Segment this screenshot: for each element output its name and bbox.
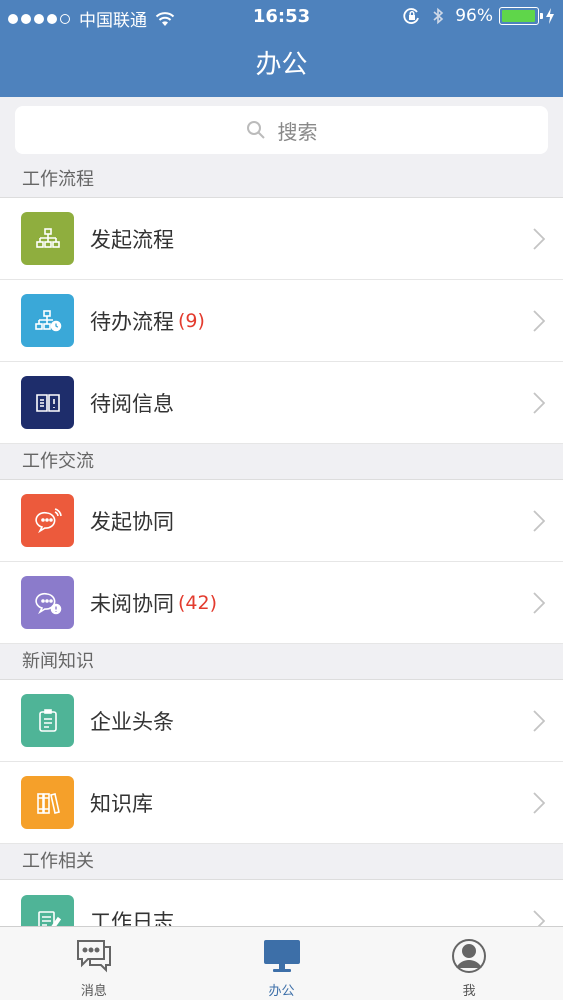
- search-bar[interactable]: 搜索: [15, 106, 548, 154]
- list-item-start-collab[interactable]: 发起协同: [0, 480, 563, 562]
- list-item-headlines[interactable]: 企业头条: [0, 680, 563, 762]
- tab-label: 办公: [268, 984, 295, 999]
- chevron-right-icon: [533, 910, 545, 926]
- chevron-right-icon: [533, 709, 545, 732]
- section-header-work-related: 工作相关: [0, 844, 563, 880]
- count-badge: (42): [178, 591, 218, 614]
- tab-messages[interactable]: 消息: [0, 927, 188, 1000]
- list-item-label: 发起协同: [90, 509, 174, 534]
- status-bar: 中国联通 16:53 96%: [0, 0, 563, 34]
- chevron-right-icon: [533, 591, 545, 614]
- pending-flowchart-icon: [21, 294, 74, 347]
- clipboard-icon: [21, 694, 74, 747]
- flowchart-icon: [21, 212, 74, 265]
- list-item-label: 发起流程: [90, 227, 174, 252]
- unread-chat-icon: [21, 576, 74, 629]
- section-header-news: 新闻知识: [0, 644, 563, 680]
- list-item-unread-collab[interactable]: 未阅协同 (42): [0, 562, 563, 644]
- books-icon: [21, 776, 74, 829]
- search-placeholder: 搜索: [277, 119, 318, 144]
- read-info-icon: [21, 376, 74, 429]
- orientation-lock-icon: [403, 8, 420, 24]
- list-item-label: 待阅信息: [90, 391, 174, 416]
- office-menu-list: 工作流程 发起流程 待办流程 (9) 待阅信息 工作交流 发起协同 未阅协同 (…: [0, 162, 563, 926]
- battery-percent: 96%: [455, 6, 493, 26]
- battery-fill: [502, 10, 535, 22]
- list-item-work-log[interactable]: 工作日志: [0, 880, 563, 926]
- tab-office[interactable]: 办公: [188, 927, 376, 1000]
- profile-icon: [452, 939, 487, 973]
- chevron-right-icon: [533, 791, 545, 814]
- battery-icon: [499, 7, 543, 25]
- tab-me[interactable]: 我: [375, 927, 563, 1000]
- list-item-to-read[interactable]: 待阅信息: [0, 362, 563, 444]
- count-badge: (9): [178, 309, 205, 332]
- tab-label: 我: [462, 984, 476, 999]
- chat-bubble-icon: [21, 494, 74, 547]
- list-item-label: 工作日志: [90, 910, 174, 926]
- bluetooth-icon: [433, 7, 444, 25]
- chevron-right-icon: [533, 227, 545, 250]
- header: 中国联通 16:53 96% 办公: [0, 0, 563, 97]
- message-icon: [76, 940, 111, 973]
- section-header-workflow: 工作流程: [0, 162, 563, 198]
- chevron-right-icon: [533, 309, 545, 332]
- search-area: 搜索: [0, 97, 563, 162]
- page-title: 办公: [255, 50, 308, 80]
- monitor-icon: [263, 940, 300, 972]
- tab-label: 消息: [80, 984, 107, 999]
- charging-icon: [546, 8, 554, 24]
- notepad-icon: [21, 894, 74, 926]
- list-item-pending-flow[interactable]: 待办流程 (9): [0, 280, 563, 362]
- list-item-knowledge-base[interactable]: 知识库: [0, 762, 563, 844]
- chevron-right-icon: [533, 509, 545, 532]
- tab-bar: 消息 办公 我: [0, 926, 563, 1000]
- chevron-right-icon: [533, 391, 545, 414]
- status-right: 96%: [403, 6, 555, 26]
- list-item-label: 未阅协同: [90, 591, 174, 616]
- list-item-label: 企业头条: [90, 709, 174, 734]
- search-icon: [246, 121, 265, 139]
- section-header-communication: 工作交流: [0, 444, 563, 480]
- list-item-label: 知识库: [90, 791, 153, 816]
- list-item-start-flow[interactable]: 发起流程: [0, 198, 563, 280]
- list-item-label: 待办流程: [90, 309, 174, 334]
